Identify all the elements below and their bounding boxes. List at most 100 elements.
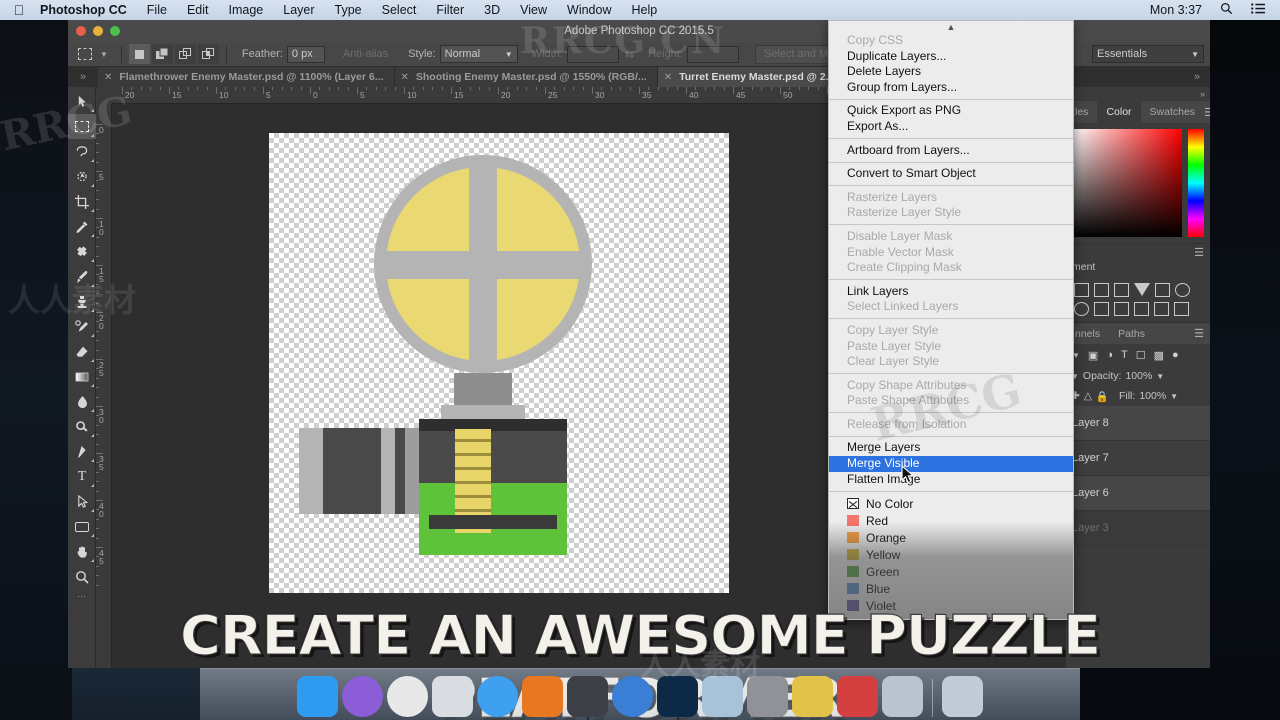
menu-item-export-as[interactable]: Export As... xyxy=(829,119,1073,135)
unity-icon[interactable] xyxy=(567,676,608,720)
launchpad-icon[interactable] xyxy=(432,676,473,717)
settings-icon[interactable] xyxy=(747,676,788,717)
filter-type-icon[interactable]: T xyxy=(1121,349,1128,361)
black-white-icon[interactable] xyxy=(1094,302,1109,316)
close-icon[interactable]: ✕ xyxy=(104,72,112,83)
exposure-icon[interactable] xyxy=(1134,283,1150,296)
chevron-down-icon[interactable]: ▼ xyxy=(1170,392,1178,401)
artboard-lock-icon[interactable]: △ xyxy=(1084,390,1092,402)
tab-paths[interactable]: Paths xyxy=(1109,323,1154,345)
height-input[interactable] xyxy=(686,45,739,63)
color-lookup-icon[interactable] xyxy=(1154,302,1169,316)
path-selection-tool[interactable] xyxy=(68,489,96,514)
menu-item-3d[interactable]: 3D xyxy=(474,3,510,17)
siri-icon[interactable] xyxy=(342,676,383,717)
filter-shape-icon[interactable]: ☐ xyxy=(1136,349,1146,362)
menu-item-file[interactable]: File xyxy=(137,3,177,17)
hue-saturation-icon[interactable] xyxy=(1175,283,1190,297)
video-player-icon[interactable] xyxy=(837,676,878,717)
chrome-icon[interactable] xyxy=(387,676,428,717)
width-input[interactable] xyxy=(566,45,619,63)
crop-tool[interactable] xyxy=(68,189,96,214)
move-tool[interactable] xyxy=(68,89,96,114)
fill-value[interactable]: 100% xyxy=(1139,390,1166,402)
menu-item-filter[interactable]: Filter xyxy=(426,3,474,17)
filter-toggle-icon[interactable]: ● xyxy=(1172,349,1179,361)
menu-item-help[interactable]: Help xyxy=(622,3,668,17)
hue-slider[interactable] xyxy=(1188,129,1204,237)
channel-mixer-icon[interactable] xyxy=(1134,302,1149,316)
menu-item-window[interactable]: Window xyxy=(557,3,621,17)
eyedropper-tool[interactable] xyxy=(68,214,96,239)
tab-color[interactable]: Color xyxy=(1097,101,1141,123)
rectangular-marquee-tool[interactable] xyxy=(68,114,96,139)
document-tab-flamethrower[interactable]: ✕ Flamethrower Enemy Master.psd @ 1100% … xyxy=(98,67,395,87)
gradient-tool[interactable] xyxy=(68,364,96,389)
hand-tool[interactable] xyxy=(68,539,96,564)
tab-bar-overflow-right-icon[interactable]: » xyxy=(1184,67,1210,87)
swap-dimensions-icon[interactable]: ⇆ xyxy=(619,48,640,61)
chevron-down-icon[interactable]: ▼ xyxy=(1156,372,1164,381)
menu-item-select[interactable]: Select xyxy=(372,3,427,17)
artboard-canvas[interactable] xyxy=(269,133,729,593)
menu-item-type[interactable]: Type xyxy=(325,3,372,17)
hamburger-icon[interactable]: ☰ xyxy=(1194,327,1210,340)
type-tool[interactable]: T xyxy=(68,464,96,489)
trash-icon[interactable] xyxy=(942,676,983,717)
apple-icon[interactable]:  xyxy=(8,3,30,17)
menu-app-name[interactable]: Photoshop CC xyxy=(30,3,137,17)
menu-item-link-layers[interactable]: Link Layers xyxy=(829,284,1073,300)
menu-item-artboard-from-layers[interactable]: Artboard from Layers... xyxy=(829,143,1073,159)
layer-row[interactable]: Layer 7 xyxy=(1066,441,1210,476)
close-icon[interactable]: ✕ xyxy=(664,72,672,83)
menu-item-convert-to-smart-object[interactable]: Convert to Smart Object xyxy=(829,166,1073,182)
filter-adjustment-icon[interactable]: ◑ xyxy=(1106,349,1113,361)
feather-input[interactable]: 0 px xyxy=(286,45,325,63)
menu-item-merge-visible[interactable]: Merge Visible xyxy=(829,456,1073,472)
menu-color-no-color[interactable]: No Color xyxy=(829,495,1073,512)
safari-icon[interactable] xyxy=(477,676,518,717)
pineapple-icon[interactable] xyxy=(792,676,833,717)
spot-healing-brush-tool[interactable] xyxy=(68,239,96,264)
menu-bar-clock[interactable]: Mon 3:37 xyxy=(1141,3,1211,17)
intersect-selection-button[interactable] xyxy=(197,44,219,64)
menu-item-group-from-layers[interactable]: Group from Layers... xyxy=(829,80,1073,96)
tab-swatches[interactable]: Swatches xyxy=(1141,101,1205,123)
menu-color-blue[interactable]: Blue xyxy=(829,580,1073,597)
firefox-icon[interactable] xyxy=(612,676,653,717)
subtract-from-selection-button[interactable] xyxy=(174,44,196,64)
dodge-tool[interactable] xyxy=(68,414,96,439)
rectangle-tool[interactable] xyxy=(68,514,96,539)
history-brush-tool[interactable] xyxy=(68,314,96,339)
list-icon[interactable] xyxy=(1242,3,1274,17)
color-picker[interactable] xyxy=(1066,123,1210,243)
layer-row[interactable]: Layer 8 xyxy=(1066,406,1210,441)
color-field[interactable] xyxy=(1072,129,1182,237)
opacity-value[interactable]: 100% xyxy=(1125,370,1152,382)
quick-selection-tool[interactable] xyxy=(68,164,96,189)
tab-overflow-icon[interactable]: » xyxy=(68,67,98,87)
layer-row[interactable]: Layer 3 xyxy=(1066,511,1210,546)
curves-icon[interactable] xyxy=(1114,283,1129,297)
gradient-map-icon[interactable] xyxy=(1174,302,1189,316)
add-to-selection-button[interactable] xyxy=(151,44,173,64)
blur-tool[interactable] xyxy=(68,389,96,414)
lock-all-icon[interactable]: 🔒 xyxy=(1096,390,1109,403)
menu-color-green[interactable]: Green xyxy=(829,563,1073,580)
zoom-tool[interactable] xyxy=(68,564,96,589)
adjustments-panel-menu-icon[interactable]: ☰ xyxy=(1066,243,1210,261)
menu-item-delete-layers[interactable]: Delete Layers xyxy=(829,64,1073,80)
vibrance-icon[interactable] xyxy=(1155,283,1170,297)
brush-tool[interactable] xyxy=(68,264,96,289)
tool-preset-chevron-down-icon[interactable]: ▼ xyxy=(98,50,114,59)
double-chevron-right-icon[interactable]: » xyxy=(1066,87,1210,101)
finder-icon[interactable] xyxy=(297,676,338,717)
menu-item-flatten-image[interactable]: Flatten Image xyxy=(829,472,1073,488)
color-balance-icon[interactable] xyxy=(1074,302,1089,316)
menu-item-edit[interactable]: Edit xyxy=(177,3,219,17)
document-tab-shooting-enemy[interactable]: ✕ Shooting Enemy Master.psd @ 1550% (RGB… xyxy=(394,67,658,87)
menu-item-merge-layers[interactable]: Merge Layers xyxy=(829,440,1073,456)
hamburger-icon[interactable]: ☰ xyxy=(1204,106,1210,119)
photo-filter-icon[interactable] xyxy=(1114,302,1129,316)
new-selection-button[interactable] xyxy=(128,44,150,64)
